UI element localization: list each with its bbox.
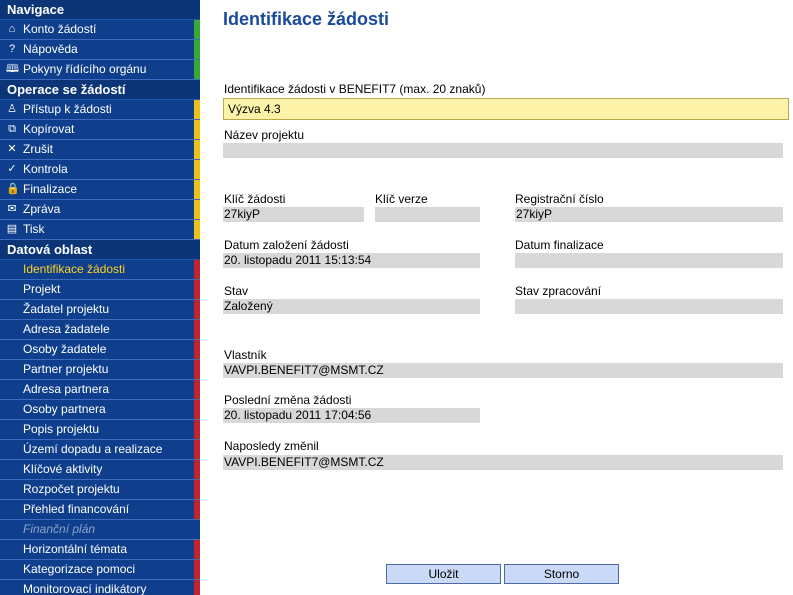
- last-changed-by-value: VAVPI.BENEFIT7@MSMT.CZ: [223, 455, 783, 470]
- copy-icon: ⧉: [8, 123, 16, 135]
- sidebar: Navigace ⌂ Konto žádostí ? Nápověda 🕮 Po…: [0, 0, 200, 595]
- registration-number-label: Registrační číslo: [515, 192, 604, 206]
- sidebar-item-partner[interactable]: Partner projektu: [0, 360, 200, 380]
- sidebar-item-label: Žadatel projektu: [23, 302, 110, 316]
- sidebar-item-financni-plan: Finanční plán: [0, 520, 200, 540]
- sidebar-item-label: Finanční plán: [23, 522, 96, 536]
- data-area-section-title: Datová oblast: [0, 240, 200, 260]
- print-icon: ▤: [6, 223, 18, 235]
- navigation-section-title: Navigace: [0, 0, 200, 20]
- sidebar-item-label: Kategorizace pomoci: [23, 562, 136, 576]
- home-icon: ⌂: [8, 23, 16, 35]
- status-label: Stav: [224, 284, 249, 298]
- identification-label: Identifikace žádosti v BENEFIT7 (max. 20…: [224, 82, 486, 96]
- sidebar-item-label: Finalizace: [23, 182, 78, 196]
- sidebar-item-prehled-financovani[interactable]: Přehled financování: [0, 500, 200, 520]
- sidebar-item-napoveda[interactable]: ? Nápověda: [0, 40, 200, 60]
- sidebar-item-label: Rozpočet projektu: [23, 482, 120, 496]
- created-date-label: Datum založení žádosti: [224, 238, 349, 252]
- last-change-value: 20. listopadu 2011 17:04:56: [223, 408, 480, 423]
- sidebar-item-monitorovaci-indikatory[interactable]: Monitorovací indikátory: [0, 580, 200, 595]
- finalization-date-label: Datum finalizace: [515, 238, 604, 252]
- cancel-button[interactable]: Storno: [504, 564, 619, 584]
- sidebar-item-label: Zrušit: [23, 142, 53, 156]
- sidebar-item-label: Identifikace žádosti: [23, 262, 126, 276]
- sidebar-item-label: Projekt: [23, 282, 61, 296]
- project-name-value: [223, 143, 783, 158]
- request-key-value: 27kiyP: [223, 207, 364, 222]
- sidebar-item-uzemi[interactable]: Území dopadu a realizace: [0, 440, 200, 460]
- help-icon: ?: [8, 43, 16, 55]
- sidebar-item-label: Nápověda: [23, 42, 78, 56]
- sidebar-item-tisk[interactable]: ▤ Tisk: [0, 220, 200, 240]
- check-icon: ✓: [7, 163, 17, 175]
- last-change-label: Poslední změna žádosti: [224, 393, 352, 407]
- last-changed-by-label: Naposledy změnil: [224, 439, 319, 453]
- sidebar-item-label: Konto žádostí: [23, 22, 97, 36]
- owner-label: Vlastník: [224, 348, 267, 362]
- sidebar-item-pristup[interactable]: ♙ Přístup k žádosti: [0, 100, 200, 120]
- request-key-label: Klíč žádosti: [224, 192, 286, 206]
- main-content: Identifikace žádosti Identifikace žádost…: [200, 0, 793, 595]
- sidebar-item-adresa-zadatele[interactable]: Adresa žadatele: [0, 320, 200, 340]
- sidebar-item-osoby-zadatele[interactable]: Osoby žadatele: [0, 340, 200, 360]
- sidebar-item-label: Monitorovací indikátory: [23, 582, 147, 595]
- sidebar-item-label: Horizontální témata: [23, 542, 128, 556]
- sidebar-item-label: Popis projektu: [23, 422, 100, 436]
- registration-number-value: 27kiyP: [515, 207, 783, 222]
- sidebar-item-kontrola[interactable]: ✓ Kontrola: [0, 160, 200, 180]
- sidebar-item-adresa-partnera[interactable]: Adresa partnera: [0, 380, 200, 400]
- finalization-date-value: [515, 253, 783, 268]
- identification-input[interactable]: Výzva 4.3: [223, 98, 789, 120]
- version-key-label: Klíč verze: [375, 192, 428, 206]
- sidebar-item-label: Kopírovat: [23, 122, 75, 136]
- status-value: Založený: [223, 299, 480, 314]
- sidebar-item-zrusit[interactable]: ✕ Zrušit: [0, 140, 200, 160]
- sidebar-item-projekt[interactable]: Projekt: [0, 280, 200, 300]
- sidebar-item-label: Území dopadu a realizace: [23, 442, 163, 456]
- version-key-value: [375, 207, 480, 222]
- sidebar-item-kategorizace[interactable]: Kategorizace pomoci: [0, 560, 200, 580]
- sidebar-item-zprava[interactable]: ✉ Zpráva: [0, 200, 200, 220]
- sidebar-item-label: Tisk: [23, 222, 45, 236]
- owner-value: VAVPI.BENEFIT7@MSMT.CZ: [223, 363, 783, 378]
- lock-icon: 🔒: [6, 183, 20, 195]
- sidebar-item-label: Přístup k žádosti: [23, 102, 112, 116]
- book-icon: 🕮: [6, 63, 19, 75]
- sidebar-item-label: Adresa partnera: [23, 382, 110, 396]
- project-name-label: Název projektu: [224, 128, 305, 142]
- sidebar-item-finalizace[interactable]: 🔒 Finalizace: [0, 180, 200, 200]
- sidebar-item-label: Osoby žadatele: [23, 342, 107, 356]
- sidebar-item-label: Klíčové aktivity: [23, 462, 103, 476]
- sidebar-item-rozpocet[interactable]: Rozpočet projektu: [0, 480, 200, 500]
- sidebar-item-label: Zpráva: [23, 202, 61, 216]
- sidebar-item-kopirovat[interactable]: ⧉ Kopírovat: [0, 120, 200, 140]
- operations-section-title: Operace se žádostí: [0, 80, 200, 100]
- sidebar-item-identifikace[interactable]: Identifikace žádosti: [0, 260, 200, 280]
- sidebar-item-label: Kontrola: [23, 162, 68, 176]
- sidebar-item-label: Partner projektu: [23, 362, 109, 376]
- sidebar-item-popis[interactable]: Popis projektu: [0, 420, 200, 440]
- save-button[interactable]: Uložit: [386, 564, 501, 584]
- sidebar-item-konto-zadosti[interactable]: ⌂ Konto žádostí: [0, 20, 200, 40]
- close-icon: ✕: [7, 143, 17, 155]
- created-date-value: 20. listopadu 2011 15:13:54: [223, 253, 480, 268]
- sidebar-item-horizontalni-temata[interactable]: Horizontální témata: [0, 540, 200, 560]
- sidebar-item-klicove-aktivity[interactable]: Klíčové aktivity: [0, 460, 200, 480]
- user-icon: ♙: [7, 103, 17, 115]
- sidebar-item-osoby-partnera[interactable]: Osoby partnera: [0, 400, 200, 420]
- sidebar-item-zadatel[interactable]: Žadatel projektu: [0, 300, 200, 320]
- sidebar-item-label: Adresa žadatele: [23, 322, 110, 336]
- sidebar-item-pokyny[interactable]: 🕮 Pokyny řídícího orgánu: [0, 60, 200, 80]
- page-title: Identifikace žádosti: [223, 9, 390, 29]
- processing-status-label: Stav zpracování: [515, 284, 602, 298]
- processing-status-value: [515, 299, 783, 314]
- sidebar-item-label: Pokyny řídícího orgánu: [23, 62, 147, 76]
- sidebar-item-label: Přehled financování: [23, 502, 130, 516]
- envelope-icon: ✉: [7, 203, 17, 215]
- sidebar-item-label: Osoby partnera: [23, 402, 106, 416]
